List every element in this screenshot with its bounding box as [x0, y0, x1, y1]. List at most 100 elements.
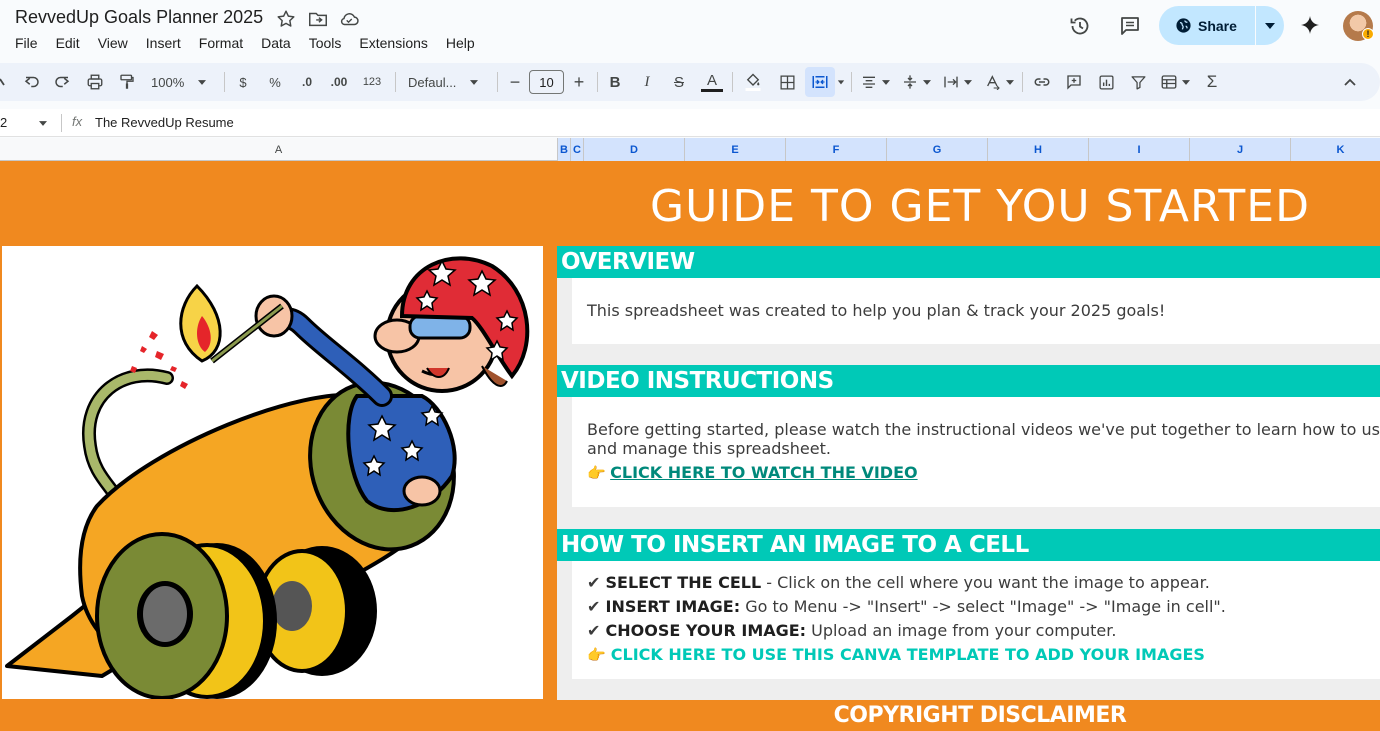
toolbar-divider	[224, 72, 225, 92]
chevron-down-icon[interactable]	[837, 63, 845, 101]
checkmark-icon: ✔	[587, 621, 601, 640]
formula-input[interactable]: The RevvedUp Resume	[95, 115, 234, 130]
share-button[interactable]: Share	[1159, 6, 1255, 45]
zoom-value: 100%	[151, 74, 185, 90]
image-panel	[0, 246, 557, 701]
menu-tools[interactable]: Tools	[300, 33, 351, 53]
column-header-e[interactable]: E	[685, 138, 786, 161]
text-rotation-button[interactable]	[982, 63, 1016, 101]
name-box[interactable]: 2	[0, 112, 55, 134]
toolbar-divider	[497, 72, 498, 92]
step-title: SELECT THE CELL	[605, 573, 762, 592]
move-folder-icon[interactable]	[307, 8, 329, 30]
menu-bar: File Edit View Insert Format Data Tools …	[6, 33, 484, 53]
column-header-f[interactable]: F	[786, 138, 887, 161]
column-header-b[interactable]: B	[558, 138, 571, 161]
menu-data[interactable]: Data	[252, 33, 300, 53]
star-icon[interactable]	[275, 8, 297, 30]
align-center-icon	[862, 76, 875, 88]
undo-button[interactable]	[20, 63, 44, 101]
text-color-button[interactable]: A	[700, 63, 724, 101]
decrease-decimals-button[interactable]: .0	[296, 63, 318, 101]
table-icon	[1161, 75, 1177, 89]
font-size-input[interactable]: 10	[529, 70, 564, 94]
column-header-d[interactable]: D	[584, 138, 685, 161]
fill-color-icon	[745, 73, 761, 91]
menu-view[interactable]: View	[89, 33, 137, 53]
pointing-hand-icon: 👉	[587, 646, 606, 664]
insert-image-heading: HOW TO INSERT AN IMAGE TO A CELL	[557, 529, 1380, 561]
version-history-icon[interactable]	[1068, 14, 1092, 38]
cloud-status-icon[interactable]	[338, 8, 360, 30]
sheet-grid[interactable]: GUIDE TO GET YOU STARTED OVERVIEW This s…	[0, 161, 1380, 731]
formula-divider	[61, 114, 62, 132]
zoom-select[interactable]: 100%	[146, 63, 216, 101]
insert-chart-button[interactable]	[1094, 63, 1118, 101]
increase-font-size-button[interactable]: +	[569, 63, 589, 101]
currency-format-button[interactable]: $	[233, 63, 253, 101]
menu-insert[interactable]: Insert	[137, 33, 190, 53]
print-button[interactable]	[83, 63, 107, 101]
canva-template-link[interactable]: CLICK HERE TO USE THIS CANVA TEMPLATE TO…	[611, 645, 1205, 664]
column-header-k[interactable]: K	[1291, 138, 1380, 161]
more-formats-button[interactable]: 123	[361, 63, 383, 101]
share-dropdown-button[interactable]	[1256, 22, 1284, 29]
menu-help[interactable]: Help	[437, 33, 484, 53]
menu-edit[interactable]: Edit	[47, 33, 89, 53]
table-view-button[interactable]	[1157, 63, 1193, 101]
bold-button[interactable]: B	[605, 63, 625, 101]
globe-icon	[1176, 18, 1191, 33]
column-header-j[interactable]: J	[1190, 138, 1291, 161]
comments-icon[interactable]	[1118, 14, 1142, 38]
horizontal-align-button[interactable]	[858, 63, 892, 101]
text-rotation-icon	[986, 75, 1000, 90]
insert-link-button[interactable]	[1030, 63, 1054, 101]
doc-title[interactable]: RevvedUp Goals Planner 2025	[15, 7, 263, 28]
overview-card: This spreadsheet was created to help you…	[572, 278, 1380, 344]
pointing-hand-icon: 👉	[587, 465, 606, 482]
banner-row: GUIDE TO GET YOU STARTED	[0, 161, 1380, 246]
column-header-h[interactable]: H	[988, 138, 1089, 161]
fill-color-button[interactable]	[741, 63, 765, 101]
paint-format-button[interactable]	[115, 63, 139, 101]
borders-button[interactable]	[775, 63, 799, 101]
strikethrough-button[interactable]: S	[668, 63, 690, 101]
menu-format[interactable]: Format	[190, 33, 252, 53]
insert-comment-button[interactable]	[1062, 63, 1086, 101]
increase-decimals-button[interactable]: .00	[328, 63, 350, 101]
menu-extensions[interactable]: Extensions	[350, 33, 436, 53]
collapse-toolbar-icon[interactable]	[1340, 63, 1360, 101]
column-header-a[interactable]: A	[0, 138, 558, 161]
column-header-c[interactable]: C	[571, 138, 584, 161]
functions-button[interactable]: Σ	[1201, 63, 1223, 101]
column-header-i[interactable]: I	[1089, 138, 1190, 161]
redo-button[interactable]	[50, 63, 74, 101]
toolbar-divider	[597, 72, 598, 92]
chevron-down-icon	[1005, 79, 1014, 85]
column-header-row: A B C D E F G H I J K	[0, 138, 1380, 161]
search-menus-icon[interactable]	[0, 63, 10, 101]
gemini-spark-icon[interactable]	[1298, 14, 1322, 38]
italic-button[interactable]: I	[637, 63, 657, 101]
text-wrap-button[interactable]	[940, 63, 974, 101]
create-filter-button[interactable]	[1126, 63, 1150, 101]
filter-icon	[1130, 75, 1146, 90]
share-label: Share	[1198, 17, 1237, 34]
step-title: INSERT IMAGE:	[605, 597, 741, 616]
column-header-g[interactable]: G	[887, 138, 988, 161]
merge-cells-button[interactable]	[805, 67, 835, 97]
video-link-row: 👉 CLICK HERE TO WATCH THE VIDEO	[587, 463, 918, 483]
video-text-line2: and manage this spreadsheet.	[587, 439, 831, 458]
cannon-illustration[interactable]	[2, 246, 543, 700]
alert-badge-icon: !	[1362, 28, 1374, 40]
chevron-down-icon	[881, 79, 890, 85]
chevron-down-icon	[39, 121, 47, 126]
decrease-font-size-button[interactable]: −	[505, 63, 525, 101]
chevron-down-icon	[198, 79, 207, 85]
overview-text: This spreadsheet was created to help you…	[587, 301, 1166, 320]
vertical-align-button[interactable]	[899, 63, 933, 101]
menu-file[interactable]: File	[6, 33, 47, 53]
watch-video-link[interactable]: CLICK HERE TO WATCH THE VIDEO	[610, 463, 917, 482]
font-select[interactable]: Defaul...	[403, 63, 488, 101]
percent-format-button[interactable]: %	[265, 63, 285, 101]
